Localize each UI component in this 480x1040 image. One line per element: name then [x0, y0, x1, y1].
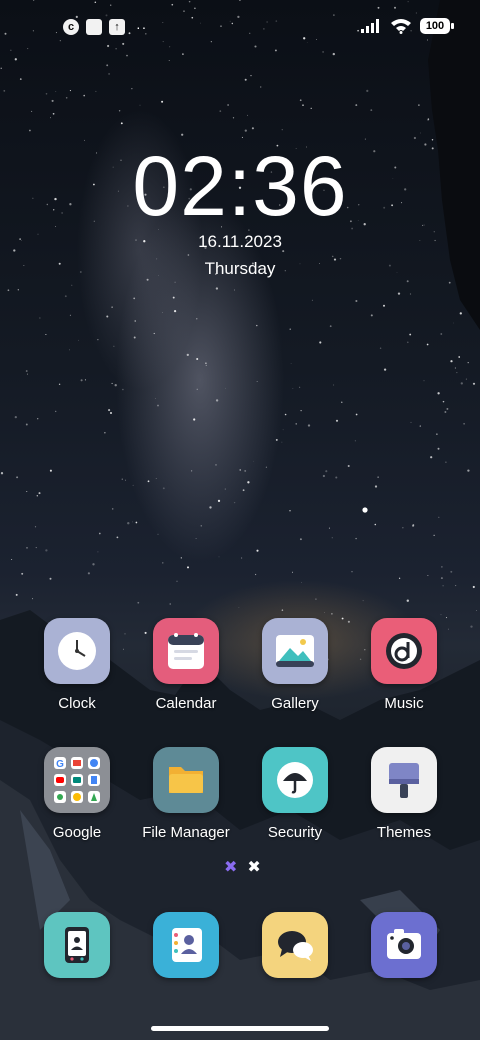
home-indicator-bar[interactable]	[151, 1026, 329, 1031]
signal-icon	[361, 19, 379, 33]
app-google-folder[interactable]: G Google	[22, 747, 132, 841]
app-label: Calendar	[155, 695, 217, 712]
lockscreen-date: 16.11.2023	[198, 232, 282, 251]
app-label: Clock	[58, 695, 96, 712]
app-label: Google	[52, 824, 102, 841]
app-clock[interactable]: Clock	[22, 618, 132, 712]
camera-icon	[371, 912, 437, 978]
app-label: Security	[267, 824, 323, 841]
app-file-manager[interactable]: File Manager	[131, 747, 241, 841]
notification-icons: c ↑ ··	[63, 19, 147, 35]
music-icon	[371, 618, 437, 684]
page-indicator[interactable]: ✖ ✖	[224, 860, 261, 876]
app-calendar[interactable]: Calendar	[131, 618, 241, 712]
app-themes[interactable]: Themes	[349, 747, 459, 841]
umbrella-icon	[262, 747, 328, 813]
page-dot-active[interactable]: ✖	[224, 860, 237, 876]
dock-contacts[interactable]	[131, 912, 241, 978]
messages-icon	[262, 912, 328, 978]
notification-c-icon: c	[63, 19, 79, 35]
app-label: Themes	[376, 824, 432, 841]
contacts-icon	[153, 912, 219, 978]
app-label: Music	[384, 695, 424, 712]
status-bar: c ↑ ·· 100	[0, 0, 480, 56]
wifi-icon	[391, 19, 411, 34]
folder-icon	[153, 747, 219, 813]
lockscreen-day: Thursday	[204, 259, 276, 278]
upload-notification-icon: ↑	[109, 19, 125, 35]
dock-camera[interactable]	[349, 912, 459, 978]
calendar-icon	[153, 618, 219, 684]
square-notification-icon	[86, 19, 102, 35]
app-gallery[interactable]: Gallery	[240, 618, 350, 712]
clock-icon	[44, 618, 110, 684]
more-notifications-dots: ··	[136, 19, 148, 35]
phone-icon	[44, 912, 110, 978]
gallery-icon	[262, 618, 328, 684]
lockscreen-time[interactable]: 02:36	[0, 140, 480, 232]
battery-icon: 100	[420, 18, 454, 34]
app-music[interactable]: Music	[349, 618, 459, 712]
dock-messages[interactable]	[240, 912, 350, 978]
app-label: File Manager	[142, 824, 230, 841]
battery-level: 100	[425, 20, 445, 32]
svg-text:G: G	[56, 759, 64, 770]
dock-phone[interactable]	[22, 912, 132, 978]
app-security[interactable]: Security	[240, 747, 350, 841]
paint-brush-icon	[371, 747, 437, 813]
page-dot[interactable]: ✖	[247, 860, 260, 876]
app-label: Gallery	[271, 695, 319, 712]
google-folder-icon: G	[44, 747, 110, 813]
